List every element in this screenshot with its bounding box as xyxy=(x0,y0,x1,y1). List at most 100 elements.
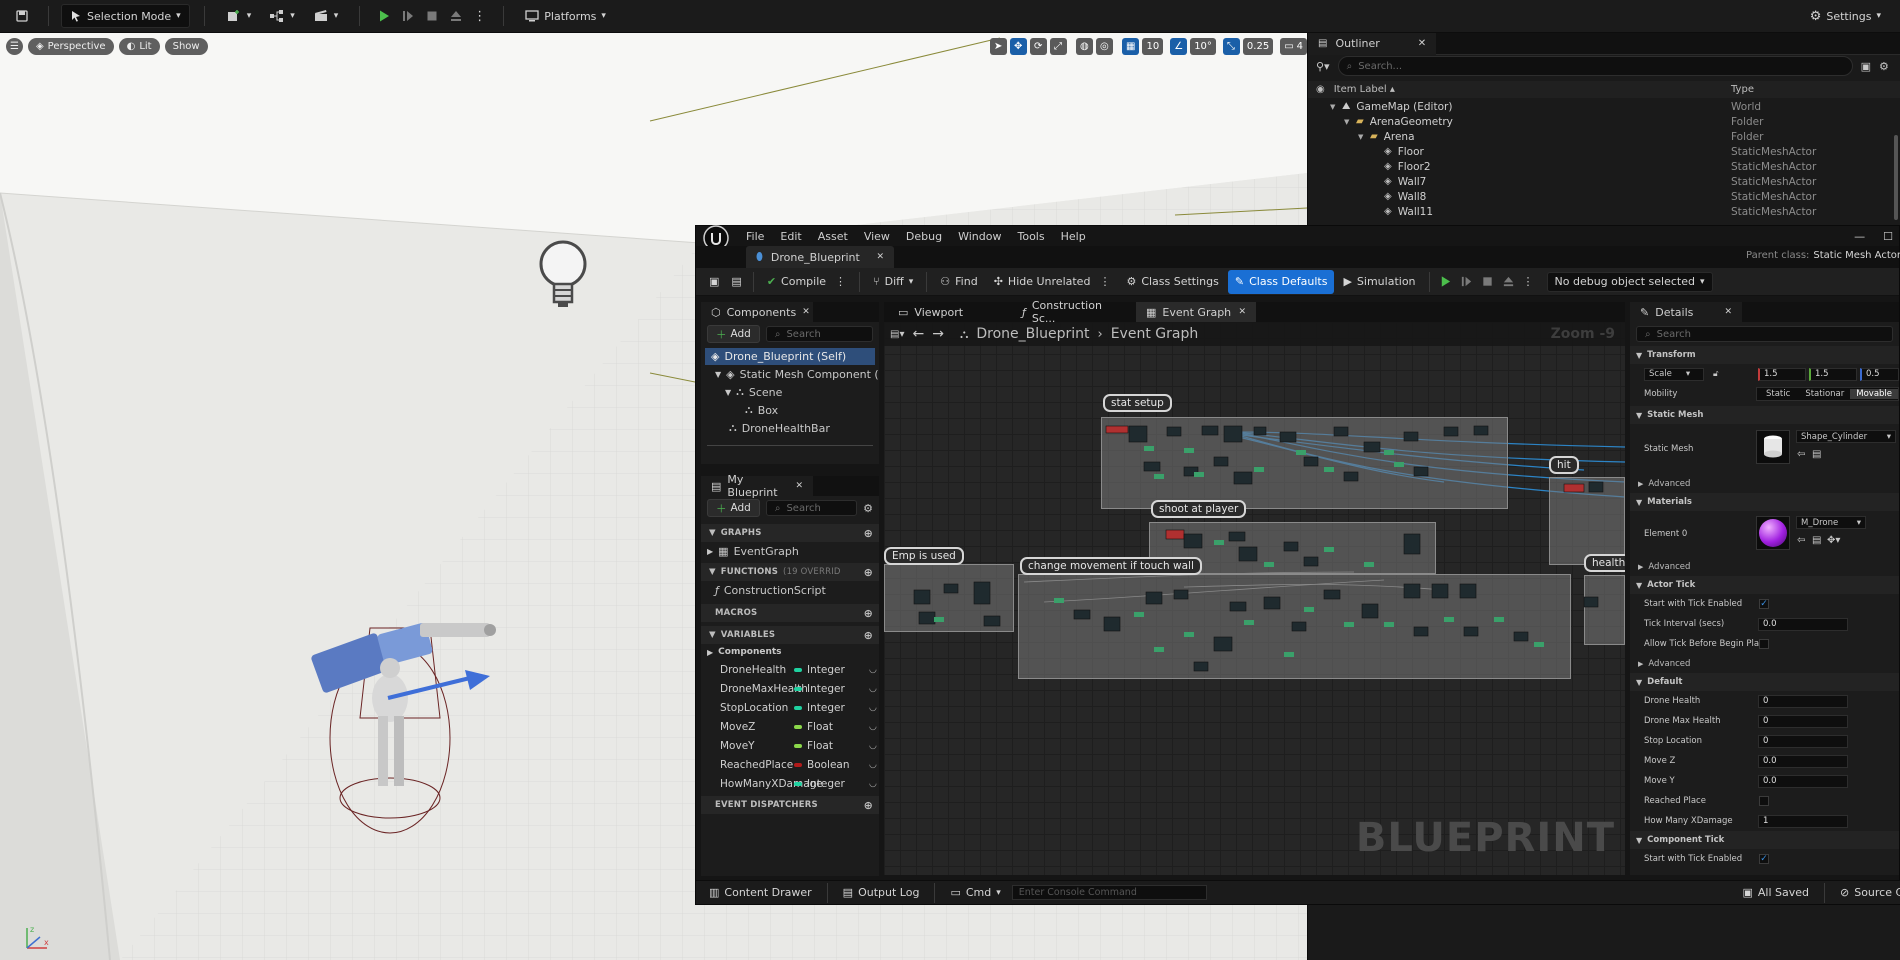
components-search-input[interactable]: ⌕ Search xyxy=(765,326,873,342)
close-icon[interactable]: ✕ xyxy=(1418,38,1426,49)
add-variable-icon[interactable]: ⊕ xyxy=(864,629,873,642)
play-button[interactable] xyxy=(374,4,394,28)
browse-button[interactable]: ▤ xyxy=(726,270,746,294)
add-folder-icon[interactable]: ▣ xyxy=(1861,60,1871,73)
menu-view[interactable]: View xyxy=(856,230,898,243)
component-item[interactable]: ⛬ Box xyxy=(701,401,879,419)
close-icon[interactable]: ✕ xyxy=(876,252,884,262)
lock-icon[interactable]: 🔓︎ xyxy=(1713,369,1719,379)
grid-snap-button[interactable]: ▦ xyxy=(1122,38,1140,55)
select-tool-button[interactable]: ➤ xyxy=(990,38,1007,55)
cmd-dropdown[interactable]: ▭ Cmd ▾ xyxy=(943,881,1007,905)
static-mesh-advanced[interactable]: ▶ Advanced xyxy=(1630,474,1899,493)
variable-type[interactable]: Integer xyxy=(794,664,845,676)
material-options-icon[interactable]: ✥▾ xyxy=(1827,535,1840,546)
visibility-toggle-icon[interactable]: ◡ xyxy=(869,684,877,694)
mobility-stationary[interactable]: Stationar xyxy=(1799,389,1850,399)
menu-file[interactable]: File xyxy=(738,230,772,243)
grid-snap-value[interactable]: 10 xyxy=(1142,38,1164,55)
variable-type[interactable]: Integer xyxy=(794,778,845,790)
component-item[interactable]: ▼ ⛬ Scene xyxy=(701,383,879,401)
function-item[interactable]: ƒ ConstructionScript xyxy=(701,581,879,600)
menu-asset[interactable]: Asset xyxy=(810,230,856,243)
my-blueprint-search-input[interactable]: ⌕ Search xyxy=(765,500,858,516)
default-field-input[interactable]: 0 xyxy=(1758,734,1848,748)
scale-snap-button[interactable]: ⤡ xyxy=(1222,38,1240,55)
tree-expand-icon[interactable]: ▼ xyxy=(1358,133,1368,141)
graph-item-eventgraph[interactable]: ▶ ▦ EventGraph xyxy=(701,542,879,561)
variable-type[interactable]: Boolean xyxy=(794,759,850,771)
close-icon[interactable]: ✕ xyxy=(1238,307,1246,317)
rotation-snap-value[interactable]: 10° xyxy=(1190,38,1216,55)
eject-button[interactable] xyxy=(446,4,466,28)
close-icon[interactable]: ✕ xyxy=(802,307,810,317)
allow-tick-checkbox[interactable] xyxy=(1759,639,1769,649)
mobility-static[interactable]: Static xyxy=(1757,389,1799,399)
selection-mode-dropdown[interactable]: Selection Mode ▾ xyxy=(61,4,190,28)
compile-button[interactable]: ✔ Compile ⋮ xyxy=(760,270,853,294)
variable-type[interactable]: Integer xyxy=(794,683,845,695)
outliner-row[interactable]: ◈ Wall7 StaticMeshActor xyxy=(1308,174,1900,189)
mobility-movable[interactable]: Movable xyxy=(1850,389,1899,399)
outliner-row[interactable]: ◈ Wall8 StaticMeshActor xyxy=(1308,189,1900,204)
play-button[interactable] xyxy=(1436,270,1455,294)
visibility-toggle-icon[interactable]: ◡ xyxy=(869,760,877,770)
menu-edit[interactable]: Edit xyxy=(772,230,809,243)
scale-z-input[interactable]: 0.5 xyxy=(1860,367,1899,381)
show-button[interactable]: Show xyxy=(164,38,208,55)
debug-object-dropdown[interactable]: No debug object selected ▾ xyxy=(1546,271,1713,292)
variable-item[interactable]: ReachedPlace Boolean ◡ xyxy=(701,755,879,774)
variable-item[interactable]: MoveZ Float ◡ xyxy=(701,717,879,736)
component-item[interactable]: ▼ ◈ Static Mesh Component (StaticMeshCompo… xyxy=(701,365,879,383)
default-field-input[interactable]: 0 xyxy=(1758,694,1848,708)
browse-asset-icon[interactable]: ▤ xyxy=(1812,449,1821,460)
perspective-button[interactable]: ◈ Perspective xyxy=(27,38,114,55)
column-header-type[interactable]: Type xyxy=(1731,84,1754,95)
close-icon[interactable]: ✕ xyxy=(795,481,803,491)
graph-canvas[interactable]: ▤▾ ← → ⛬ Drone_Blueprint › Event Graph Z… xyxy=(884,322,1625,875)
variable-item[interactable]: DroneHealth Integer ◡ xyxy=(701,660,879,679)
visibility-toggle-icon[interactable]: ◡ xyxy=(869,665,877,675)
details-search-input[interactable]: ⌕ Search xyxy=(1636,326,1893,342)
tab-my-blueprint[interactable]: ▤ My Blueprint ✕ xyxy=(701,473,813,499)
tab-outliner[interactable]: ▤ Outliner ✕ xyxy=(1308,32,1437,55)
rotation-snap-button[interactable]: ∠ xyxy=(1170,38,1188,55)
maximize-icon[interactable]: ☐ xyxy=(1883,230,1893,243)
diff-button[interactable]: ⑂ Diff ▾ xyxy=(866,270,920,294)
point-light-icon[interactable] xyxy=(537,238,589,314)
tab-drone-blueprint[interactable]: ⬮ Drone_Blueprint ✕ xyxy=(746,246,894,268)
outliner-scrollbar[interactable] xyxy=(1894,135,1898,220)
gear-icon[interactable]: ⚙ xyxy=(1879,60,1889,73)
scale-x-input[interactable]: 1.5 xyxy=(1758,367,1806,381)
menu-debug[interactable]: Debug xyxy=(898,230,950,243)
use-selected-icon[interactable]: ⇦ xyxy=(1797,449,1805,460)
parent-class-link[interactable]: Static Mesh Actor xyxy=(1813,250,1900,261)
minimize-icon[interactable]: — xyxy=(1854,230,1865,243)
section-variables[interactable]: ▼ VARIABLES ⊕ xyxy=(701,626,879,644)
add-member-button[interactable]: ＋ Add xyxy=(707,499,760,517)
section-functions[interactable]: ▼ FUNCTIONS (19 OVERRID ⊕ xyxy=(701,563,879,581)
add-graph-icon[interactable]: ⊕ xyxy=(864,527,873,540)
source-control-button[interactable]: ⊘ Source Control xyxy=(1833,881,1900,905)
stop-button[interactable] xyxy=(422,4,442,28)
content-drawer-button[interactable]: ▥ Content Drawer xyxy=(702,881,819,905)
static-mesh-dropdown[interactable]: Shape_Cylinder ▾ xyxy=(1796,430,1896,443)
add-macro-icon[interactable]: ⊕ xyxy=(864,607,873,620)
tab-event-graph[interactable]: ▦ Event Graph ✕ xyxy=(1136,302,1256,322)
menu-help[interactable]: Help xyxy=(1053,230,1094,243)
add-component-button[interactable]: ＋ Add xyxy=(707,325,760,343)
tick-interval-input[interactable]: 0.0 xyxy=(1758,617,1848,631)
output-log-button[interactable]: ▤ Output Log xyxy=(836,881,927,905)
class-defaults-button[interactable]: ✎ Class Defaults xyxy=(1227,269,1335,294)
variable-type[interactable]: Float xyxy=(794,721,833,733)
add-actor-button[interactable]: ▾ xyxy=(219,4,259,28)
gear-icon[interactable]: ⚙ xyxy=(863,502,873,515)
use-selected-icon[interactable]: ⇦ xyxy=(1797,535,1805,546)
simulation-button[interactable]: ▶ Simulation xyxy=(1336,270,1422,294)
view-mode-button[interactable]: ◐ Lit xyxy=(118,38,160,55)
surface-snap-button[interactable]: ◎ xyxy=(1096,38,1113,55)
hide-unrelated-button[interactable]: ✣ Hide Unrelated ⋮ xyxy=(987,270,1118,294)
class-settings-button[interactable]: ⚙ Class Settings xyxy=(1119,270,1225,294)
eject-button[interactable] xyxy=(1499,270,1518,294)
tree-expand-icon[interactable]: ▼ xyxy=(1330,103,1340,111)
